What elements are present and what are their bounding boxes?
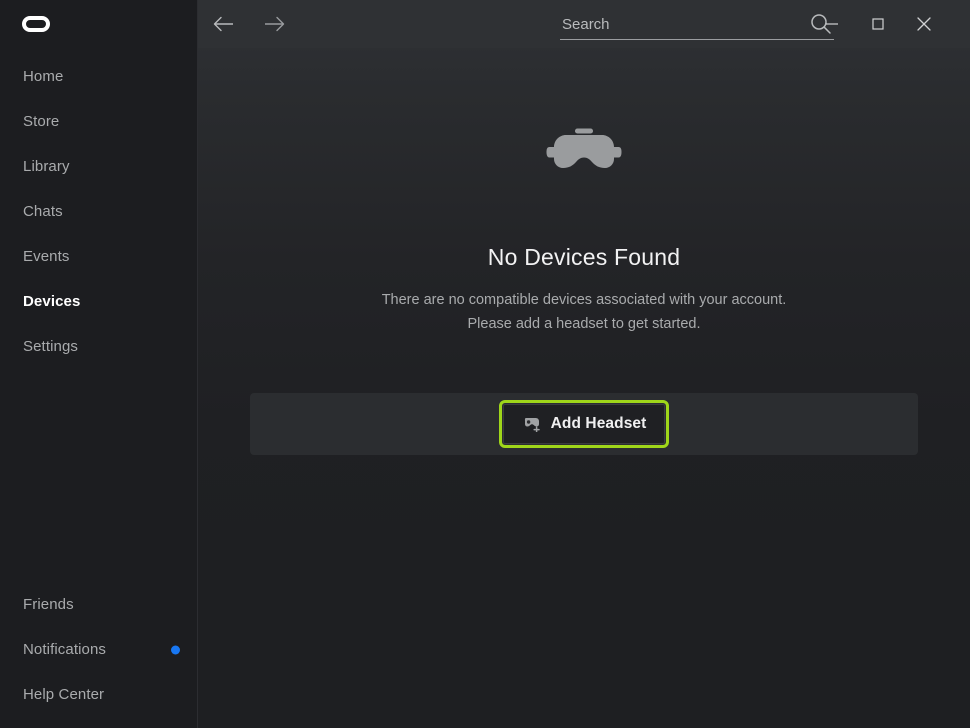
close-button[interactable] <box>901 0 947 48</box>
empty-state-title: No Devices Found <box>198 244 970 271</box>
sidebar-item-store[interactable]: Store <box>0 99 197 144</box>
sidebar-item-devices[interactable]: Devices <box>0 279 197 324</box>
add-headset-button[interactable]: Add Headset <box>503 404 666 444</box>
sidebar-item-label: Devices <box>23 294 80 309</box>
main-area: No Devices Found There are no compatible… <box>198 0 970 728</box>
sidebar-item-label: Chats <box>23 204 63 219</box>
oculus-logo-icon <box>22 16 50 32</box>
sidebar-item-label: Library <box>23 159 70 174</box>
minimize-icon <box>825 17 839 31</box>
oculus-app-window: Home Store Library Chats Events Devices … <box>0 0 970 728</box>
add-headset-label: Add Headset <box>551 415 647 433</box>
minimize-button[interactable] <box>809 0 855 48</box>
app-logo[interactable] <box>0 0 197 48</box>
vr-headset-icon <box>546 128 622 176</box>
titlebar <box>198 0 970 48</box>
sidebar-item-label: Home <box>23 69 63 84</box>
arrow-right-icon <box>263 15 285 33</box>
sidebar-primary-nav: Home Store Library Chats Events Devices … <box>0 54 197 369</box>
sidebar-item-label: Settings <box>23 339 78 354</box>
search-input[interactable] <box>560 16 834 39</box>
close-icon <box>916 16 932 32</box>
sidebar-item-events[interactable]: Events <box>0 234 197 279</box>
devices-empty-state: No Devices Found There are no compatible… <box>198 48 970 728</box>
empty-state-description-line-1: There are no compatible devices associat… <box>198 293 970 308</box>
sidebar-bottom-nav: Friends Notifications Help Center <box>0 582 197 728</box>
sidebar-item-label: Help Center <box>23 687 104 702</box>
forward-button[interactable] <box>254 4 294 44</box>
sidebar-item-notifications[interactable]: Notifications <box>0 627 197 672</box>
sidebar-item-home[interactable]: Home <box>0 54 197 99</box>
maximize-button[interactable] <box>855 0 901 48</box>
sidebar-item-label: Notifications <box>23 642 106 657</box>
sidebar-item-chats[interactable]: Chats <box>0 189 197 234</box>
back-button[interactable] <box>204 4 244 44</box>
sidebar-item-friends[interactable]: Friends <box>0 582 197 627</box>
maximize-icon <box>871 17 885 31</box>
sidebar-item-settings[interactable]: Settings <box>0 324 197 369</box>
sidebar-item-label: Store <box>23 114 59 129</box>
notifications-badge-dot <box>171 645 180 654</box>
sidebar-item-label: Events <box>23 249 69 264</box>
add-headset-icon <box>522 416 542 432</box>
action-card: Add Headset <box>250 393 918 455</box>
sidebar-item-help-center[interactable]: Help Center <box>0 672 197 717</box>
sidebar-item-label: Friends <box>23 597 74 612</box>
search-field[interactable] <box>560 6 834 40</box>
sidebar: Home Store Library Chats Events Devices … <box>0 0 198 728</box>
sidebar-item-library[interactable]: Library <box>0 144 197 189</box>
empty-state-description-line-2: Please add a headset to get started. <box>198 317 970 332</box>
arrow-left-icon <box>213 15 235 33</box>
